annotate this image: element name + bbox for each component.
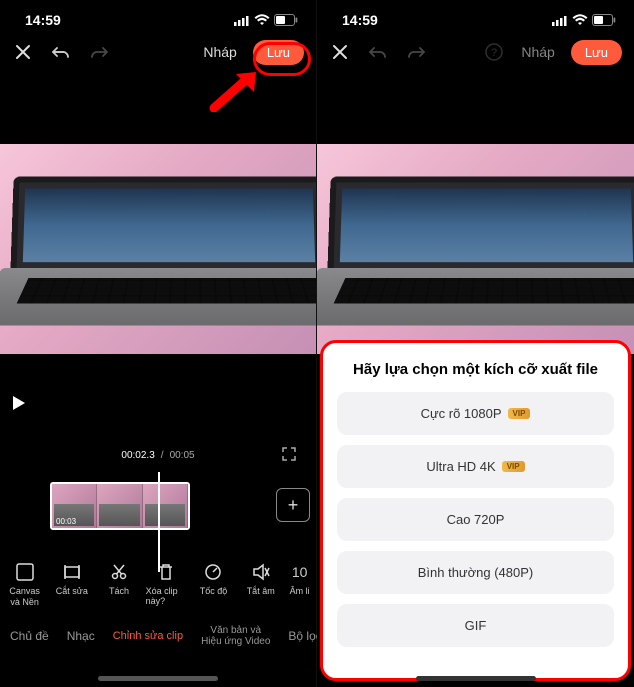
clip-duration: 00:03 xyxy=(56,517,76,526)
timeline-clip[interactable]: 00:03 xyxy=(50,482,190,530)
time-total: 00:05 xyxy=(170,450,195,461)
playhead[interactable] xyxy=(158,472,160,572)
status-time: 14:59 xyxy=(25,12,61,28)
video-preview xyxy=(317,144,634,354)
tool-speed[interactable]: Tốc độ xyxy=(193,560,234,609)
signal-icon xyxy=(552,15,568,26)
volume-value: 10 xyxy=(292,562,308,582)
trim-icon xyxy=(63,562,81,582)
svg-text:?: ? xyxy=(491,47,497,59)
time-current: 00:02.3 xyxy=(121,450,154,461)
export-option-4k[interactable]: Ultra HD 4K VIP xyxy=(337,445,614,488)
time-display: 00:02.3 / 00:05 xyxy=(0,450,316,461)
vip-badge: VIP xyxy=(508,408,531,419)
export-option-gif[interactable]: GIF xyxy=(337,604,614,647)
time-sep: / xyxy=(161,450,164,461)
export-option-480p[interactable]: Bình thường (480P) xyxy=(337,551,614,594)
battery-icon xyxy=(592,14,616,26)
undo-icon[interactable] xyxy=(367,41,389,63)
tab-edit-clip[interactable]: Chỉnh sửa clip xyxy=(113,630,183,642)
video-preview[interactable] xyxy=(0,144,316,354)
export-modal: Hãy lựa chọn một kích cỡ xuất file Cực r… xyxy=(320,340,631,681)
preview-content xyxy=(317,144,634,354)
canvas-icon xyxy=(16,562,34,582)
wifi-icon xyxy=(254,14,270,26)
timeline[interactable]: 00:03 + xyxy=(0,472,316,544)
tab-text-effects[interactable]: Văn bản và Hiệu ứng Video xyxy=(201,625,270,647)
help-icon[interactable]: ? xyxy=(483,41,505,63)
mute-icon xyxy=(252,562,270,582)
save-button[interactable]: Lưu xyxy=(571,40,622,65)
edit-toolbar: Canvas và Nền Cắt sửa Tách Xóa clip này?… xyxy=(0,560,316,609)
screen-export: 14:59 ? Nháp Lưu Hãy lựa chọn một kích c… xyxy=(317,0,634,687)
tool-canvas[interactable]: Canvas và Nền xyxy=(4,560,45,609)
speed-icon xyxy=(204,562,222,582)
redo-icon[interactable] xyxy=(405,41,427,63)
scissors-icon xyxy=(110,562,128,582)
status-indicators xyxy=(234,14,298,26)
category-tabs: Chủ đề Nhạc Chỉnh sửa clip Văn bản và Hi… xyxy=(0,625,316,647)
trash-icon xyxy=(158,562,174,582)
home-indicator[interactable] xyxy=(98,676,218,681)
close-icon[interactable] xyxy=(329,41,351,63)
annotation-arrow xyxy=(208,68,264,117)
preview-content xyxy=(0,144,316,354)
home-indicator[interactable] xyxy=(416,676,536,681)
draft-label[interactable]: Nháp xyxy=(521,44,554,60)
export-option-1080p[interactable]: Cực rõ 1080P VIP xyxy=(337,392,614,435)
play-button[interactable] xyxy=(12,395,26,416)
screen-editor: 14:59 Nháp Lưu 00:02.3 / 00:05 xyxy=(0,0,317,687)
vip-badge: VIP xyxy=(502,461,525,472)
add-clip-button[interactable]: + xyxy=(276,488,310,522)
tab-theme[interactable]: Chủ đề xyxy=(10,629,49,643)
tool-split[interactable]: Tách xyxy=(98,560,139,609)
tab-music[interactable]: Nhạc xyxy=(67,629,95,643)
battery-icon xyxy=(274,14,298,26)
tool-volume[interactable]: 10 Âm li xyxy=(287,560,312,609)
close-icon[interactable] xyxy=(12,41,34,63)
signal-icon xyxy=(234,15,250,26)
status-bar: 14:59 xyxy=(317,0,634,32)
status-indicators xyxy=(552,14,616,26)
tool-trim[interactable]: Cắt sửa xyxy=(51,560,92,609)
undo-icon[interactable] xyxy=(50,41,72,63)
status-time: 14:59 xyxy=(342,12,378,28)
export-option-720p[interactable]: Cao 720P xyxy=(337,498,614,541)
redo-icon[interactable] xyxy=(88,41,110,63)
top-toolbar: ? Nháp Lưu xyxy=(317,32,634,72)
wifi-icon xyxy=(572,14,588,26)
tool-mute[interactable]: Tắt âm xyxy=(240,560,281,609)
tool-delete[interactable]: Xóa clip này? xyxy=(146,560,187,609)
expand-icon[interactable] xyxy=(282,447,296,464)
draft-label[interactable]: Nháp xyxy=(203,44,236,60)
status-bar: 14:59 xyxy=(0,0,316,32)
modal-title: Hãy lựa chọn một kích cỡ xuất file xyxy=(353,361,598,378)
